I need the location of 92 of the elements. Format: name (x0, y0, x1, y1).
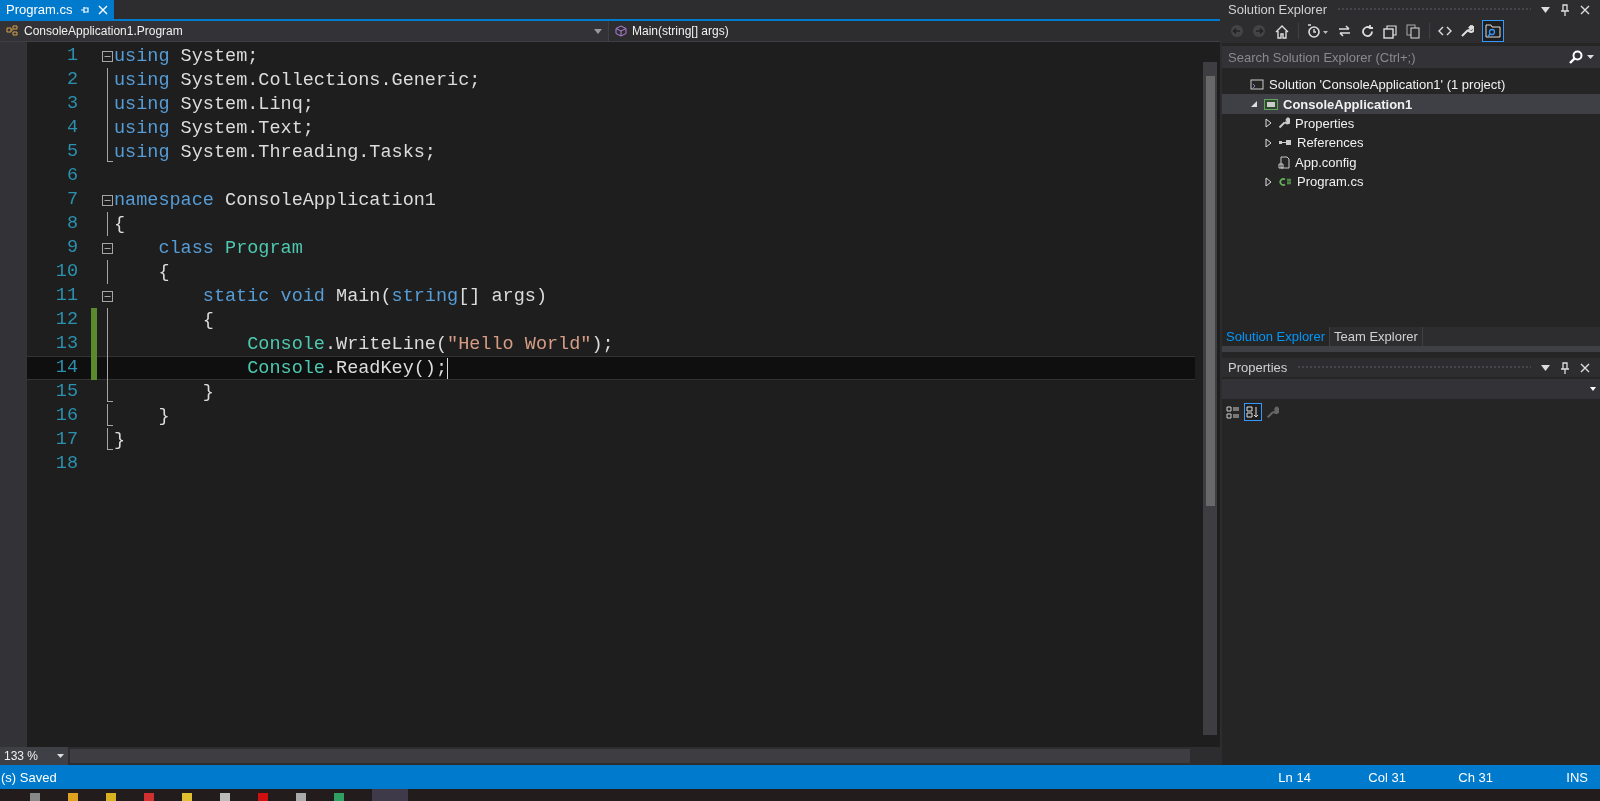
tab-label: Program.cs (6, 2, 73, 17)
code-line: namespace ConsoleApplication1 (114, 189, 436, 211)
line-number: 6 (27, 164, 97, 188)
caret-icon[interactable] (1541, 364, 1550, 371)
pin-icon[interactable] (1560, 3, 1570, 16)
vertical-scrollbar[interactable] (1203, 62, 1217, 735)
line-number: 18 (27, 452, 97, 476)
config-file-icon (1278, 155, 1290, 169)
collapse-all-icon[interactable] (1383, 23, 1398, 39)
pin-icon[interactable] (1560, 361, 1570, 374)
code-line: } (201, 381, 214, 403)
zoom-dropdown[interactable]: 133 % (0, 747, 68, 765)
line-number: 4 (27, 116, 97, 140)
code-line: Console.ReadKey(); (114, 357, 449, 379)
history-icon[interactable] (1307, 23, 1329, 39)
code-line: { (201, 309, 214, 331)
tree-item[interactable]: ConsoleApplication1 (1222, 94, 1600, 114)
refresh-icon[interactable] (1360, 23, 1375, 39)
search-icon[interactable] (1569, 50, 1583, 64)
line-indicator: Ln 14 (1278, 769, 1312, 785)
tree-item[interactable]: References (1222, 133, 1600, 153)
close-icon[interactable] (1580, 4, 1590, 15)
line-number: 17 (27, 428, 97, 452)
collapsed-arrow-icon[interactable] (1264, 176, 1272, 187)
code-line: using System.Text; (114, 117, 314, 139)
code-line: class Program (157, 237, 303, 259)
code-line: using System.Linq; (114, 93, 314, 115)
code-line: using System.Threading.Tasks; (114, 141, 436, 163)
line-number: 7 (27, 188, 97, 212)
preview-icon[interactable] (1482, 20, 1504, 42)
home-icon[interactable] (1274, 23, 1290, 39)
caret-icon (594, 28, 602, 34)
insert-mode-indicator: INS (1566, 769, 1588, 785)
references-icon (1278, 138, 1292, 147)
expanded-arrow-icon[interactable] (1250, 100, 1258, 109)
caret-icon[interactable] (1541, 6, 1550, 13)
categorized-icon[interactable] (1226, 405, 1240, 419)
tree-item[interactable]: Program.cs (1222, 171, 1600, 192)
cube-icon (615, 25, 628, 37)
search-field[interactable]: Search Solution Explorer (Ctrl+;) (1222, 46, 1600, 68)
line-number: 3 (27, 92, 97, 116)
panel-tab[interactable]: Team Explorer (1330, 327, 1423, 346)
panel-title: Solution Explorer (1228, 2, 1327, 17)
line-number: 5 (27, 140, 97, 164)
code-line: } (114, 429, 126, 451)
line-number: 10 (27, 260, 97, 284)
search-input[interactable]: Search Solution Explorer (Ctrl+;) (1228, 49, 1565, 65)
csharp-file-icon (1278, 176, 1292, 187)
code-line: } (157, 405, 170, 427)
code-line: using System; (114, 45, 259, 67)
collapse-icon[interactable] (101, 50, 113, 62)
char-indicator: Ch 31 (1458, 769, 1495, 785)
collapsed-arrow-icon[interactable] (1264, 118, 1272, 129)
panel-title: Properties (1228, 360, 1288, 375)
panel-tab[interactable]: Solution Explorer (1222, 327, 1330, 346)
status-message: (s) Saved (0, 769, 57, 785)
member-dropdown[interactable]: Main(string[] args) (609, 21, 1220, 41)
project-icon (1264, 98, 1278, 110)
line-number: 9 (27, 236, 97, 260)
collapse-icon[interactable] (101, 194, 113, 206)
tree-item[interactable]: Properties (1222, 113, 1600, 134)
line-number: 2 (27, 68, 97, 92)
code-line: static void Main(string[] args) (201, 285, 547, 307)
collapse-icon[interactable] (101, 242, 113, 254)
line-number: 16 (27, 404, 97, 428)
close-icon[interactable] (1580, 362, 1590, 373)
class-icon (6, 25, 20, 37)
caret-icon (1590, 387, 1596, 391)
tree-item[interactable]: Solution 'ConsoleApplication1' (1 project) (1222, 75, 1600, 95)
alphabetical-icon[interactable] (1244, 403, 1262, 421)
sync-icon[interactable] (1337, 24, 1352, 38)
code-line: Console.WriteLine("Hello World"); (246, 333, 614, 355)
line-number: 15 (27, 380, 97, 404)
line-number: 11 (27, 284, 97, 308)
solution-icon (1250, 78, 1264, 91)
copy-icon[interactable] (1406, 23, 1421, 39)
line-number: 8 (27, 212, 97, 236)
caret-icon[interactable] (1587, 55, 1594, 59)
column-indicator: Col 31 (1368, 769, 1407, 785)
caret-icon (57, 754, 64, 758)
collapsed-arrow-icon[interactable] (1264, 137, 1272, 148)
code-line: { (157, 261, 170, 283)
tree-item[interactable]: App.config (1222, 152, 1600, 172)
line-number: 12 (27, 308, 97, 332)
collapse-icon[interactable] (101, 290, 113, 302)
code-icon[interactable] (1438, 25, 1452, 37)
type-dropdown[interactable]: ConsoleApplication1.Program (0, 21, 609, 41)
code-line: using System.Collections.Generic; (114, 69, 481, 91)
wrench-icon (1278, 117, 1290, 130)
line-number: 1 (27, 44, 97, 68)
code-line: { (114, 213, 126, 235)
line-number: 14 (27, 356, 97, 380)
